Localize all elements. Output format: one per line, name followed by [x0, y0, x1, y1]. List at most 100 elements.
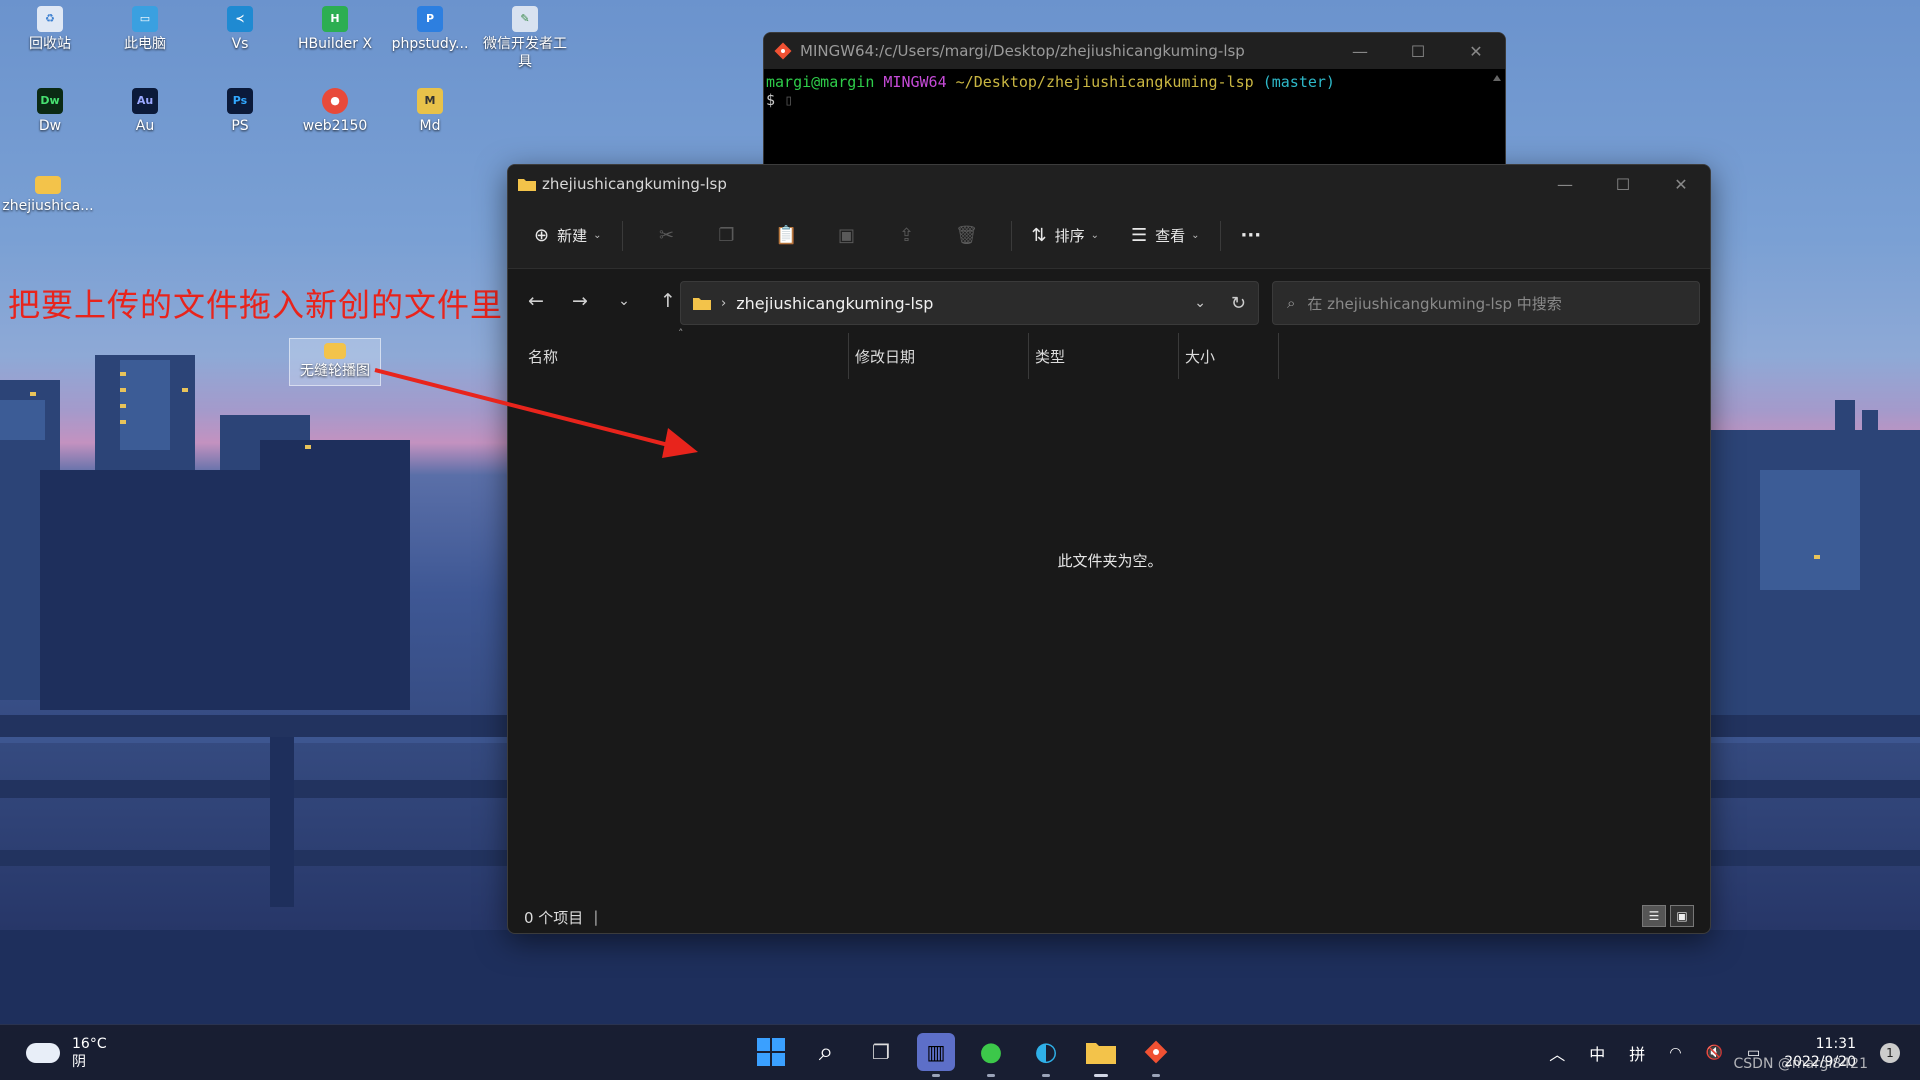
terminal-output[interactable]: margi@margin MINGW64 ~/Desktop/zhejiushi…: [764, 69, 1505, 109]
cut-icon[interactable]: ✂: [637, 225, 697, 246]
address-dropdown-icon[interactable]: ⌄: [1194, 295, 1206, 311]
empty-folder-message: 此文件夹为空。: [1057, 552, 1163, 570]
details-view-icon[interactable]: ☰: [1642, 905, 1666, 927]
explorer-title: zhejiushicangkuming-lsp: [542, 175, 727, 193]
refresh-icon[interactable]: ↻: [1231, 293, 1246, 314]
phpstudy-icon: P: [417, 6, 443, 32]
view-button[interactable]: ☰ 查看 ⌄: [1125, 218, 1206, 254]
desktop-icon-audition[interactable]: Au Au: [99, 88, 191, 136]
desktop-icon-this-pc[interactable]: ▭ 此电脑: [99, 6, 191, 54]
ime-language-indicator[interactable]: 中: [1589, 1041, 1605, 1065]
recent-locations-icon[interactable]: ⌄: [602, 293, 646, 309]
minimize-button[interactable]: —: [1331, 33, 1389, 69]
copy-icon[interactable]: ❐: [697, 225, 757, 246]
terminal-window[interactable]: MINGW64:/c/Users/margi/Desktop/zhejiushi…: [763, 32, 1506, 182]
terminal-input-line[interactable]: $ ▯: [766, 91, 1505, 109]
desktop-icon-phpstudy[interactable]: P phpstudy...: [384, 6, 476, 54]
search-icon[interactable]: ⌕: [807, 1033, 845, 1071]
plus-circle-icon: ⊕: [534, 225, 550, 246]
show-hidden-icons-chevron-icon[interactable]: ︿: [1549, 1041, 1565, 1065]
folder-icon: [518, 179, 536, 191]
web-icon: ●: [322, 88, 348, 114]
desktop-icon-vscode[interactable]: ≺ Vs: [194, 6, 286, 54]
desktop-icon-recycle-bin[interactable]: ♻ 回收站: [4, 6, 96, 54]
new-button[interactable]: ⊕ 新建 ⌄: [528, 218, 608, 254]
chevron-down-icon: ⌄: [1090, 230, 1099, 241]
cloud-icon: [26, 1043, 60, 1063]
desktop-icon-markdown[interactable]: M Md: [384, 88, 476, 136]
address-bar[interactable]: › zhejiushicangkuming-lsp ⌄ ↻: [680, 281, 1259, 325]
file-explorer-icon[interactable]: [1082, 1033, 1120, 1077]
command-bar: ⊕ 新建 ⌄ ✂ ❐ 📋 ▣ ⇪ 🗑 ⇅ 排序 ⌄ ☰ 查看 ⌄ ···: [508, 203, 1710, 269]
winrar-icon[interactable]: ▥: [917, 1033, 955, 1077]
ime-mode-indicator[interactable]: 拼: [1629, 1041, 1645, 1065]
delete-icon[interactable]: 🗑: [937, 225, 997, 246]
search-icon: ⌕: [1287, 294, 1296, 312]
wechat-icon[interactable]: ●: [972, 1033, 1010, 1077]
column-headers: ˄ 名称 修改日期 类型 大小: [508, 327, 1710, 379]
watermark-text: CSDN @margi8421: [1733, 1056, 1869, 1072]
photoshop-icon: Ps: [227, 88, 253, 114]
rename-icon[interactable]: ▣: [817, 225, 877, 246]
scrollbar[interactable]: [1493, 75, 1501, 175]
navigation-bar: ← → ⌄ ↑ › zhejiushicangkuming-lsp ⌄ ↻ ⌕ …: [508, 269, 1710, 333]
search-input[interactable]: ⌕ 在 zhejiushicangkuming-lsp 中搜索: [1272, 281, 1700, 325]
breadcrumb[interactable]: zhejiushicangkuming-lsp: [736, 294, 933, 313]
paste-icon[interactable]: 📋: [757, 225, 817, 246]
share-icon[interactable]: ⇪: [877, 225, 937, 246]
desktop-icon-photoshop[interactable]: Ps PS: [194, 88, 286, 136]
column-header-type[interactable]: 类型: [1029, 333, 1179, 379]
start-button[interactable]: [752, 1033, 790, 1071]
status-bar: 0 个项目 |: [508, 901, 1710, 933]
chevron-down-icon: ⌄: [593, 230, 602, 241]
column-header-name[interactable]: 名称: [508, 333, 849, 379]
back-arrow-icon[interactable]: ←: [514, 290, 558, 312]
column-header-size[interactable]: 大小: [1179, 333, 1279, 379]
search-placeholder: 在 zhejiushicangkuming-lsp 中搜索: [1307, 294, 1562, 313]
file-explorer-window[interactable]: zhejiushicangkuming-lsp — ☐ ✕ ⊕ 新建 ⌄ ✂ ❐…: [507, 164, 1711, 934]
terminal-titlebar[interactable]: MINGW64:/c/Users/margi/Desktop/zhejiushi…: [764, 33, 1505, 69]
desktop-icon-dreamweaver[interactable]: Dw Dw: [4, 88, 96, 136]
view-list-icon: ☰: [1131, 225, 1148, 246]
desktop-icon-web2150[interactable]: ● web2150: [289, 88, 381, 136]
folder-icon: [35, 176, 61, 194]
desktop-icon-repo-folder[interactable]: zhejiushica...: [2, 172, 94, 216]
terminal-title: MINGW64:/c/Users/margi/Desktop/zhejiushi…: [800, 42, 1245, 60]
terminal-prompt-line: margi@margin MINGW64 ~/Desktop/zhejiushi…: [766, 73, 1335, 91]
notification-badge[interactable]: 1: [1880, 1043, 1900, 1063]
hbuilder-icon: H: [322, 6, 348, 32]
volume-muted-icon[interactable]: 🔇: [1706, 1045, 1723, 1061]
close-button[interactable]: ✕: [1447, 33, 1505, 69]
wechat-devtools-icon: ✎: [512, 6, 538, 32]
minimize-button[interactable]: —: [1536, 165, 1594, 203]
chevron-down-icon: ⌄: [1191, 230, 1200, 241]
item-count: 0 个项目: [524, 908, 584, 927]
desktop-icon-wechat-devtools[interactable]: ✎ 微信开发者工具: [479, 6, 571, 71]
markdown-icon: M: [417, 88, 443, 114]
taskbar: 16°C 阴 ⌕ ❐ ▥ ● ◐ ︿ 中 拼 ◠ 🔇 ▭ 11:31 2022/…: [0, 1024, 1920, 1080]
column-header-modified[interactable]: 修改日期: [849, 333, 1029, 379]
desktop-icon-carousel-folder[interactable]: 无缝轮播图: [289, 338, 381, 386]
maximize-button[interactable]: ☐: [1594, 165, 1652, 203]
weather-widget[interactable]: 16°C 阴: [26, 1035, 107, 1071]
maximize-button[interactable]: ☐: [1389, 33, 1447, 69]
edge-icon[interactable]: ◐: [1027, 1033, 1065, 1077]
large-icons-view-icon[interactable]: ▣: [1670, 905, 1694, 927]
wifi-icon[interactable]: ◠: [1669, 1045, 1681, 1061]
task-view-icon[interactable]: ❐: [862, 1033, 900, 1071]
annotation-text: 把要上传的文件拖入新创的文件里: [8, 286, 504, 324]
git-icon: [1144, 1040, 1168, 1064]
dreamweaver-icon: Dw: [37, 88, 63, 114]
more-options-button[interactable]: ···: [1235, 218, 1268, 254]
desktop-icon-hbuilder[interactable]: H HBuilder X: [289, 6, 381, 54]
view-toggle: ☰ ▣: [1642, 905, 1694, 927]
sort-icon: ⇅: [1031, 225, 1047, 246]
sort-button[interactable]: ⇅ 排序 ⌄: [1026, 218, 1106, 254]
git-bash-icon[interactable]: [1137, 1033, 1175, 1077]
audition-icon: Au: [132, 88, 158, 114]
computer-icon: ▭: [132, 6, 158, 32]
forward-arrow-icon[interactable]: →: [558, 290, 602, 312]
explorer-titlebar[interactable]: zhejiushicangkuming-lsp — ☐ ✕: [508, 165, 1710, 203]
breadcrumb-chevron-icon: ›: [721, 295, 727, 311]
close-button[interactable]: ✕: [1652, 165, 1710, 203]
